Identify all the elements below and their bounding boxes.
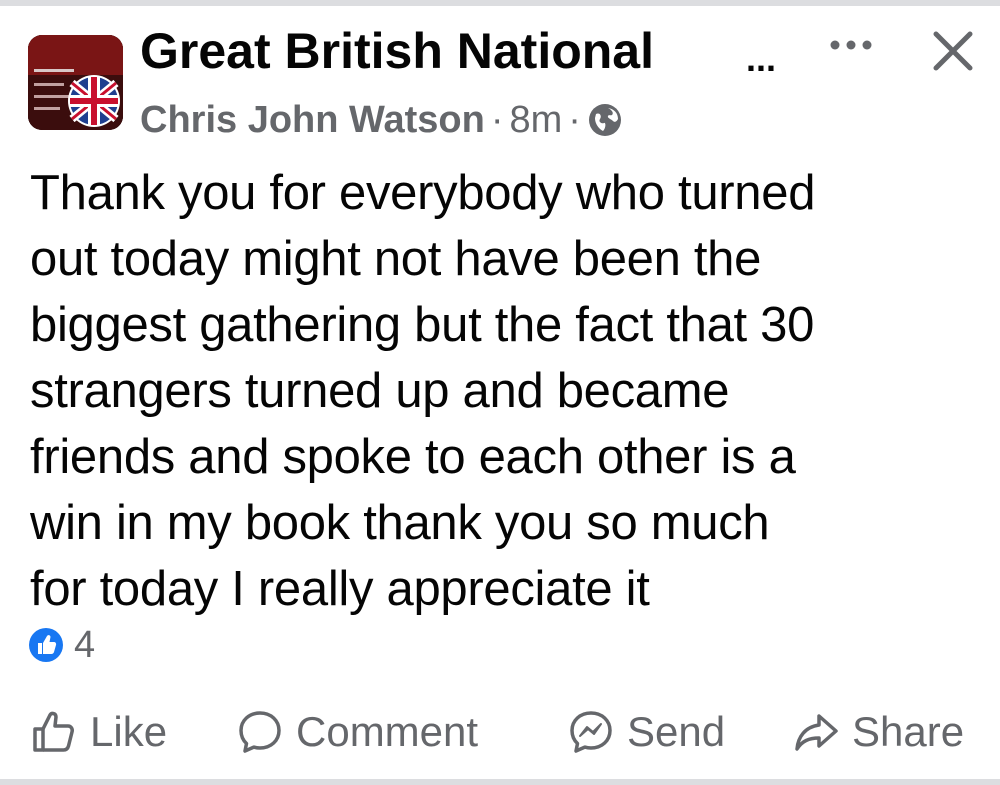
post-timestamp-link[interactable]: 8m	[509, 99, 562, 142]
post-meta: Chris John Watson · 8m ·	[140, 96, 623, 144]
reaction-count: 4	[74, 623, 96, 666]
author-name-link[interactable]: Chris John Watson	[140, 99, 485, 142]
group-name-truncation: ...	[746, 38, 777, 79]
post-actions-bar: Like Comment Send Share	[0, 700, 1000, 764]
share-icon	[795, 714, 838, 751]
post-header: Great British National ... Chris John Wa…	[0, 0, 1000, 150]
thumbs-up-icon	[33, 711, 74, 752]
close-button[interactable]	[926, 24, 980, 78]
post-text-line: for today I really appreciate it	[30, 562, 650, 616]
messenger-icon	[570, 711, 612, 753]
post-text-line: win in my book thank you so much	[30, 496, 770, 550]
post-body: Thank you for everybody who turned out t…	[30, 160, 980, 622]
reactions-summary[interactable]: 4	[28, 623, 96, 666]
bottom-divider	[0, 779, 1000, 785]
like-reaction-icon	[29, 628, 63, 662]
share-button[interactable]: Share	[792, 700, 964, 764]
group-name-link[interactable]: Great British National	[140, 22, 654, 80]
close-icon	[933, 31, 973, 71]
comment-label: Comment	[296, 708, 479, 755]
send-button[interactable]: Send	[567, 700, 725, 764]
send-label: Send	[627, 708, 726, 755]
more-horizontal-icon	[830, 40, 872, 50]
comment-icon	[239, 711, 281, 753]
like-button[interactable]: Like	[30, 700, 167, 764]
more-options-button[interactable]	[826, 20, 876, 70]
comment-button[interactable]: Comment	[236, 700, 478, 764]
share-label: Share	[852, 708, 965, 755]
post-text-line: out today might not have been the	[30, 232, 762, 286]
post-text-line: Thank you for everybody who turned	[30, 166, 816, 220]
post-text-line: strangers turned up and became	[30, 364, 730, 418]
post-text-line: friends and spoke to each other is a	[30, 430, 796, 484]
globe-icon[interactable]	[587, 102, 623, 138]
like-label: Like	[90, 708, 168, 755]
post-text-line: biggest gathering but the fact that 30	[30, 298, 815, 352]
group-avatar[interactable]	[28, 35, 123, 130]
meta-separator: ·	[490, 98, 504, 141]
meta-separator: ·	[568, 98, 581, 141]
